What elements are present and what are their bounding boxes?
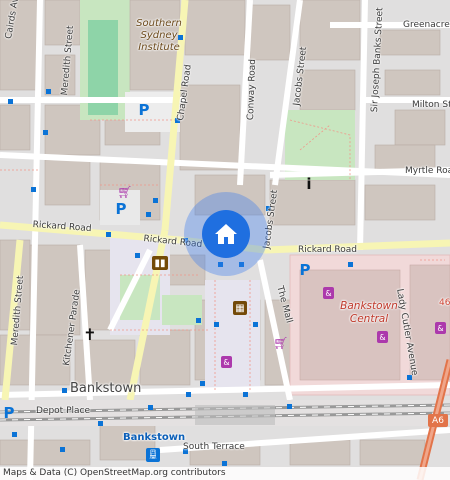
map-view[interactable]: P P P P 🛒︎ 🛒︎ & & & & i ▮▮ ▦ ✝ 🚆︎ Cairds… [0, 0, 450, 480]
bus-icon[interactable] [153, 198, 158, 203]
bus-icon[interactable] [106, 232, 111, 237]
home-icon[interactable] [202, 210, 250, 258]
bus-icon[interactable] [348, 262, 353, 267]
bus-icon[interactable] [178, 35, 183, 40]
bus-icon[interactable] [8, 99, 13, 104]
bus-icon[interactable] [135, 253, 140, 258]
parking-icon[interactable]: P [137, 101, 151, 119]
parking-icon[interactable]: P [114, 200, 128, 218]
bus-icon[interactable] [12, 432, 17, 437]
shopping-bag-icon[interactable]: & [435, 322, 446, 334]
shopping-bag-icon[interactable]: & [377, 331, 388, 343]
bus-icon[interactable] [407, 375, 412, 380]
bus-icon[interactable] [60, 447, 65, 452]
shopping-bag-icon[interactable]: & [323, 287, 334, 299]
bus-icon[interactable] [253, 322, 258, 327]
parking-icon[interactable]: P [2, 404, 16, 422]
shopping-cart-icon[interactable]: 🛒︎ [273, 336, 288, 350]
cinema-icon[interactable]: ▦ [233, 301, 247, 315]
bus-icon[interactable] [62, 388, 67, 393]
bus-icon[interactable] [287, 404, 292, 409]
bus-icon[interactable] [148, 405, 153, 410]
bus-icon[interactable] [196, 318, 201, 323]
bus-icon[interactable] [222, 461, 227, 466]
info-icon[interactable]: i [303, 175, 315, 193]
bus-icon[interactable] [183, 449, 188, 454]
shopping-cart-icon[interactable]: 🛒︎ [117, 185, 132, 199]
bus-icon[interactable] [98, 421, 103, 426]
bus-icon[interactable] [175, 118, 180, 123]
bus-icon[interactable] [243, 392, 248, 397]
bus-icon[interactable] [146, 212, 151, 217]
parking-icon[interactable]: P [298, 261, 312, 279]
bus-icon[interactable] [266, 206, 271, 211]
bus-icon[interactable] [46, 89, 51, 94]
bus-icon[interactable] [186, 392, 191, 397]
bus-icon[interactable] [43, 130, 48, 135]
bus-icon[interactable] [31, 187, 36, 192]
church-icon[interactable]: ✝ [83, 325, 96, 344]
route-shield-a6: A6 [428, 414, 448, 427]
library-icon[interactable]: ▮▮ [152, 256, 168, 270]
train-icon[interactable]: 🚆︎ [146, 448, 160, 462]
map-attribution: Maps & Data (C) OpenStreetMap.org contri… [0, 467, 450, 480]
bus-icon[interactable] [200, 381, 205, 386]
shopping-bag-icon[interactable]: & [221, 356, 232, 368]
bus-icon[interactable] [214, 322, 219, 327]
